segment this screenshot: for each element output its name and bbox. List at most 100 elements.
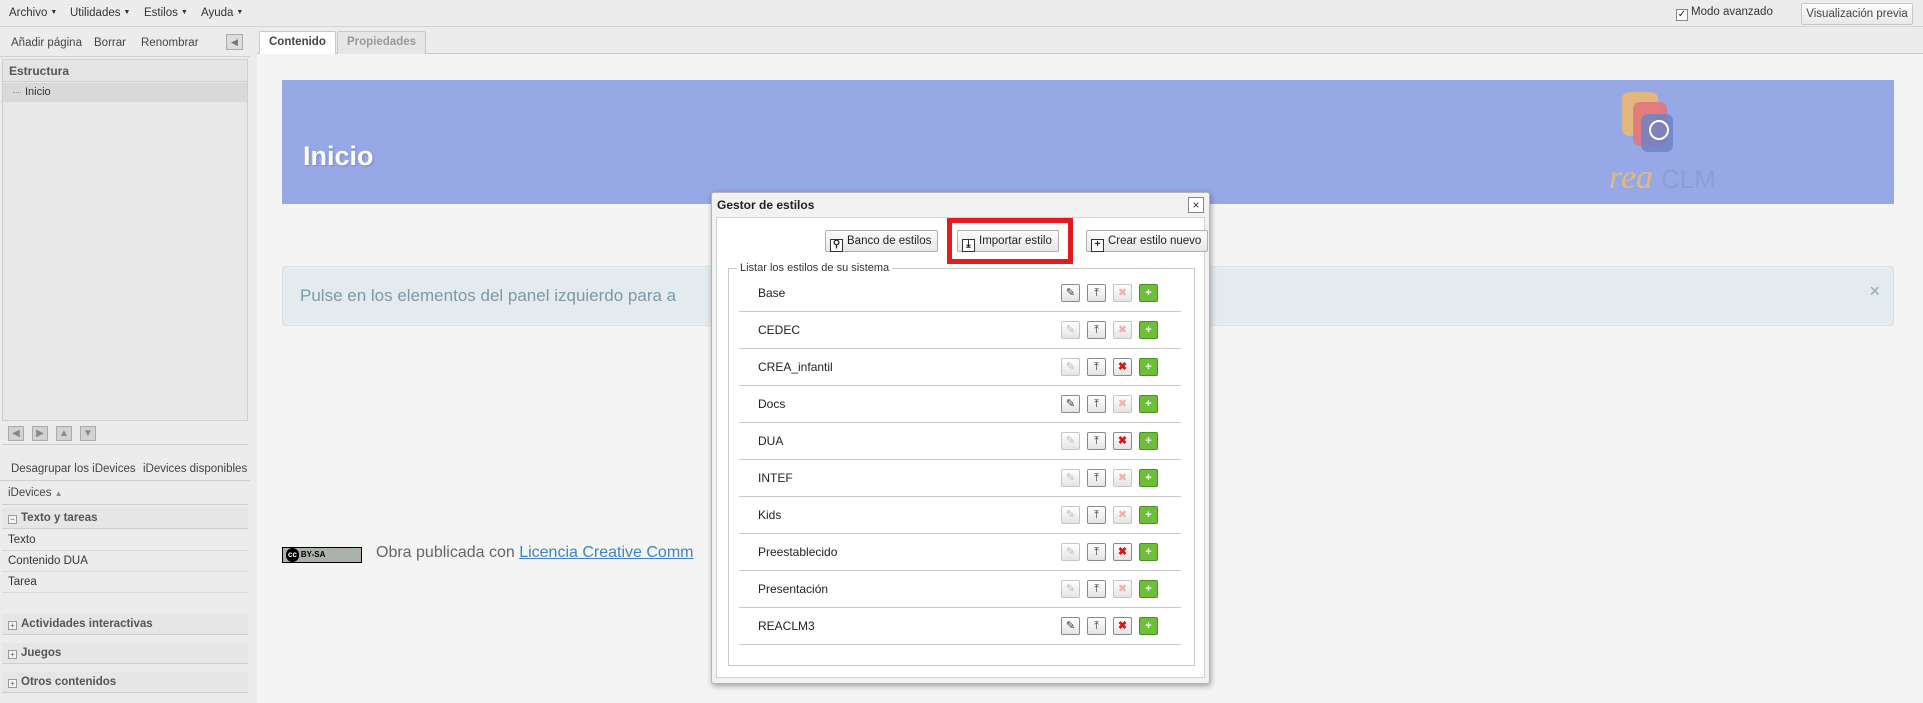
delete-style-icon[interactable]: ✖ — [1113, 432, 1132, 450]
export-style-icon[interactable]: ⤒ — [1087, 358, 1106, 376]
add-style-icon[interactable]: + — [1139, 432, 1158, 450]
style-row: CREA_infantil ✎ ⤒ ✖ + — [739, 349, 1181, 386]
export-style-icon[interactable]: ⤒ — [1087, 506, 1106, 524]
style-bank-button[interactable]: ⚲ Banco de estilos — [825, 230, 939, 252]
style-name: Base — [758, 286, 786, 300]
collapse-panel-icon[interactable]: ◀ — [226, 34, 243, 50]
close-icon[interactable]: × — [1188, 197, 1204, 213]
close-icon[interactable]: × — [1869, 281, 1880, 302]
menu-estilos[interactable]: Estilos ▼ — [144, 7, 188, 19]
edit-style-icon[interactable]: ✎ — [1061, 469, 1080, 487]
arrow-right-icon[interactable]: ▶ — [32, 426, 48, 441]
idevices-header[interactable]: iDevices ▲ — [2, 483, 248, 505]
highlight-box — [947, 218, 1073, 264]
edit-style-icon[interactable]: ✎ — [1061, 580, 1080, 598]
add-style-icon[interactable]: + — [1139, 321, 1158, 339]
delete-style-icon[interactable]: ✖ — [1113, 284, 1132, 302]
edit-style-icon[interactable]: ✎ — [1061, 543, 1080, 561]
edit-style-icon[interactable]: ✎ — [1061, 506, 1080, 524]
menu-archivo[interactable]: Archivo ▼ — [9, 7, 57, 19]
edit-style-icon[interactable]: ✎ — [1061, 432, 1080, 450]
sort-up-icon: ▲ — [54, 489, 63, 498]
delete-style-icon[interactable]: ✖ — [1113, 321, 1132, 339]
menu-utilidades[interactable]: Utilidades ▼ — [70, 7, 130, 19]
add-style-icon[interactable]: + — [1139, 543, 1158, 561]
license-footer: Obra publicada con Licencia Creative Com… — [376, 544, 693, 562]
delete-style-icon[interactable]: ✖ — [1113, 617, 1132, 635]
tab-content[interactable]: Contenido — [259, 31, 336, 55]
add-style-icon[interactable]: + — [1139, 284, 1158, 302]
edit-style-icon[interactable]: ✎ — [1061, 284, 1080, 302]
edit-style-icon[interactable]: ✎ — [1061, 395, 1080, 413]
page-header-banner: Inicio rea CLM — [282, 80, 1894, 204]
delete-style-icon[interactable]: ✖ — [1113, 506, 1132, 524]
add-style-icon[interactable]: + — [1139, 580, 1158, 598]
edit-style-icon[interactable]: ✎ — [1061, 321, 1080, 339]
add-style-icon[interactable]: + — [1139, 358, 1158, 376]
delete-style-icon[interactable]: ✖ — [1113, 580, 1132, 598]
tab-available-idevices[interactable]: iDevices disponibles — [143, 463, 247, 475]
idevice-item-texto[interactable]: Texto — [2, 530, 248, 551]
export-style-icon[interactable]: ⤒ — [1087, 432, 1106, 450]
structure-toolbar: Añadir página Borrar Renombrar ◀ — [0, 28, 250, 57]
export-style-icon[interactable]: ⤒ — [1087, 580, 1106, 598]
license-link[interactable]: Licencia Creative Comm — [519, 544, 693, 561]
category-label: Otros contenidos — [21, 676, 117, 688]
add-page-button[interactable]: Añadir página — [11, 37, 82, 49]
rename-page-button[interactable]: Renombrar — [141, 37, 199, 49]
style-manager-dialog: Gestor de estilos × ⚲ Banco de estilos ⤓ I… — [711, 192, 1210, 684]
menu-ayuda[interactable]: Ayuda ▼ — [201, 7, 243, 19]
style-name: DUA — [758, 434, 784, 448]
arrow-down-icon[interactable]: ▼ — [80, 426, 96, 441]
logo-text-rea: rea — [1609, 159, 1653, 196]
category-label: Juegos — [21, 647, 62, 659]
tab-ungroup-idevices[interactable]: Desagrupar los iDevices — [11, 463, 136, 475]
delete-style-icon[interactable]: ✖ — [1113, 469, 1132, 487]
edit-style-icon[interactable]: ✎ — [1061, 617, 1080, 635]
idevice-item-contenido-dua[interactable]: Contenido DUA — [2, 551, 248, 572]
category-interactive[interactable]: + Actividades interactivas — [2, 614, 248, 635]
reaclm-logo: rea CLM — [1609, 92, 1716, 196]
style-row: Kids ✎ ⤒ ✖ + — [739, 497, 1181, 534]
export-style-icon[interactable]: ⤒ — [1087, 321, 1106, 339]
add-style-icon[interactable]: + — [1139, 469, 1158, 487]
delete-page-button[interactable]: Borrar — [94, 37, 126, 49]
advanced-mode-toggle[interactable]: ✓ Modo avanzado — [1676, 6, 1773, 21]
chevron-down-icon: ▼ — [123, 9, 131, 17]
style-row: DUA ✎ ⤒ ✖ + — [739, 423, 1181, 460]
export-style-icon[interactable]: ⤒ — [1087, 395, 1106, 413]
minus-icon: − — [8, 515, 17, 524]
advanced-mode-label: Modo avanzado — [1691, 6, 1773, 18]
preview-button[interactable]: Visualización previa — [1801, 3, 1913, 25]
category-games[interactable]: + Juegos — [2, 643, 248, 664]
category-text-tasks[interactable]: − Texto y tareas — [2, 508, 248, 529]
idevice-tabs: Desagrupar los iDevices iDevices disponi… — [0, 457, 250, 481]
delete-style-icon[interactable]: ✖ — [1113, 358, 1132, 376]
category-label: Actividades interactivas — [21, 618, 153, 630]
category-other[interactable]: + Otros contenidos — [2, 672, 248, 693]
checkbox-checked-icon[interactable]: ✓ — [1676, 9, 1688, 21]
add-style-icon[interactable]: + — [1139, 395, 1158, 413]
cc-icon: cc — [286, 548, 299, 562]
arrow-left-icon[interactable]: ◀ — [8, 426, 24, 441]
idevice-item-tarea[interactable]: Tarea — [2, 572, 248, 593]
menu-estilos-label: Estilos — [144, 7, 178, 19]
export-style-icon[interactable]: ⤒ — [1087, 617, 1106, 635]
create-style-label: Crear estilo nuevo — [1108, 235, 1202, 247]
style-bank-label: Banco de estilos — [847, 235, 932, 247]
edit-style-icon[interactable]: ✎ — [1061, 358, 1080, 376]
delete-style-icon[interactable]: ✖ — [1113, 395, 1132, 413]
add-style-icon[interactable]: + — [1139, 506, 1158, 524]
dialog-body: ⚲ Banco de estilos ⤓ Importar estilo + Crea… — [716, 217, 1209, 678]
style-name: Preestablecido — [758, 545, 838, 559]
plus-icon: + — [8, 621, 17, 630]
delete-style-icon[interactable]: ✖ — [1113, 543, 1132, 561]
arrow-up-icon[interactable]: ▲ — [56, 426, 72, 441]
export-style-icon[interactable]: ⤒ — [1087, 543, 1106, 561]
export-style-icon[interactable]: ⤒ — [1087, 284, 1106, 302]
export-style-icon[interactable]: ⤒ — [1087, 469, 1106, 487]
tab-properties[interactable]: Propiedades — [337, 31, 427, 54]
create-style-button[interactable]: + Crear estilo nuevo — [1086, 230, 1209, 252]
tree-node-inicio[interactable]: Inicio — [3, 83, 247, 102]
add-style-icon[interactable]: + — [1139, 617, 1158, 635]
